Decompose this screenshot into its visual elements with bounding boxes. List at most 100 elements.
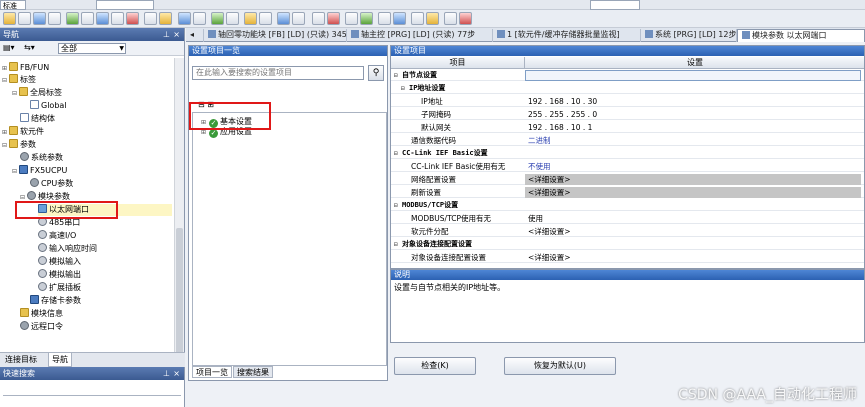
find-icon[interactable]: [345, 12, 358, 25]
replace-icon[interactable]: [360, 12, 373, 25]
online-icon[interactable]: [211, 12, 224, 25]
window-icon[interactable]: [96, 12, 109, 25]
tree-item[interactable]: Global: [30, 100, 67, 112]
simulate-icon[interactable]: [411, 12, 424, 25]
grid-row-value[interactable]: 255 . 255 . 255 . 0: [525, 109, 861, 120]
step-icon[interactable]: [444, 12, 457, 25]
grid-row[interactable]: 子网掩码 255 . 255 . 255 . 0: [391, 109, 864, 120]
tab-search-results[interactable]: 搜索结果: [233, 366, 273, 378]
grid-row-value[interactable]: <详细设置>: [525, 187, 861, 198]
monitor-icon[interactable]: [66, 12, 79, 25]
print-icon[interactable]: [48, 12, 61, 25]
collapse-icon[interactable]: ▤▾: [3, 43, 15, 52]
tree-item[interactable]: 系统参数: [20, 152, 63, 164]
tree-item[interactable]: 模拟输出: [38, 269, 81, 281]
zoom-icon[interactable]: [378, 12, 391, 25]
setting-search-input[interactable]: 在此输入要搜索的设置项目: [192, 66, 364, 80]
ladder-icon[interactable]: [259, 12, 272, 25]
tree-item[interactable]: CPU参数: [30, 178, 73, 190]
quick-search-input[interactable]: [3, 384, 181, 396]
binoculars-search-icon[interactable]: ⚲: [368, 65, 384, 81]
grid-row-value[interactable]: <详细设置>: [525, 174, 861, 185]
grid-row[interactable]: 刷新设置 <详细设置>: [391, 187, 864, 198]
tree-item[interactable]: 输入响应时间: [38, 243, 97, 255]
grid-row-value[interactable]: 不使用: [525, 161, 861, 172]
restore-default-button[interactable]: 恢复为默认(U): [504, 357, 616, 375]
file-combo[interactable]: 标准: [0, 0, 26, 10]
tree-item[interactable]: ⊟ 参数: [2, 139, 36, 151]
open-icon[interactable]: [18, 12, 31, 25]
close-icon[interactable]: ×: [173, 28, 180, 41]
delete-icon[interactable]: [327, 12, 340, 25]
tab-doc[interactable]: 1 [软元件/缓冲存储器批量监视]: [493, 29, 641, 42]
grid-row-value[interactable]: [525, 200, 861, 211]
tree-item[interactable]: ⊞ 软元件: [2, 126, 44, 138]
grid-row[interactable]: CC-Link IEF Basic使用有无 不使用: [391, 161, 864, 172]
collapse-icon[interactable]: ⊟: [394, 148, 402, 159]
grid-row[interactable]: 默认网关 192 . 168 . 10 . 1: [391, 122, 864, 133]
tab-navigation[interactable]: 导航: [48, 353, 72, 367]
tab-module-params[interactable]: 模块参数 以太网端口: [737, 29, 865, 42]
grid-row[interactable]: ⊟ 对象设备连接配置设置: [391, 239, 864, 250]
grid-row[interactable]: 软元件分配 <详细设置>: [391, 226, 864, 237]
tree-item[interactable]: ⊞ FB/FUN: [2, 62, 49, 74]
tree-item[interactable]: 模块信息: [20, 308, 63, 320]
grid-row[interactable]: 网络配置设置 <详细设置>: [391, 174, 864, 185]
expand-icon[interactable]: ⇆▾: [24, 43, 35, 52]
debug-icon[interactable]: [426, 12, 439, 25]
tree-item[interactable]: 模拟输入: [38, 256, 81, 268]
new-icon[interactable]: [3, 12, 16, 25]
grid-row[interactable]: 对象设备连接配置设置 <详细设置>: [391, 252, 864, 263]
grid-row-value[interactable]: [525, 70, 861, 81]
grid-row-value[interactable]: [525, 239, 861, 250]
grid-icon[interactable]: [81, 12, 94, 25]
verify-icon[interactable]: [244, 12, 257, 25]
tree-item[interactable]: ⊟ 标签: [2, 74, 36, 86]
device-icon[interactable]: [111, 12, 124, 25]
coil-icon[interactable]: [292, 12, 305, 25]
write-icon[interactable]: [159, 12, 172, 25]
read-icon[interactable]: [144, 12, 157, 25]
close-icon[interactable]: ×: [173, 367, 180, 380]
check-button[interactable]: 检查(K): [394, 357, 476, 375]
tab-doc[interactable]: 轴回零功能块 [FB] [LD] (只读) 345...: [204, 29, 347, 42]
tree-item[interactable]: ⊟ FX5UCPU: [12, 165, 67, 177]
tree-item[interactable]: 远程口令: [20, 321, 63, 333]
tab-doc[interactable]: 系统 [PRG] [LD] 12步: [641, 29, 737, 42]
nav-filter-select[interactable]: 全部 ▼: [58, 43, 126, 54]
tree-item[interactable]: 高速I/O: [38, 230, 76, 242]
stop-icon[interactable]: [126, 12, 139, 25]
grid-row-value[interactable]: 二进制: [525, 135, 861, 146]
offline-icon[interactable]: [226, 12, 239, 25]
tree-item[interactable]: ⊟ 全局标签: [12, 87, 62, 99]
break-icon[interactable]: [459, 12, 472, 25]
grid-row[interactable]: ⊟ MODBUS/TCP设置: [391, 200, 864, 211]
grid-row-value[interactable]: [525, 83, 861, 94]
grid-row-value[interactable]: <详细设置>: [525, 252, 861, 263]
tab-overflow[interactable]: ◂: [186, 29, 204, 42]
function-icon[interactable]: [312, 12, 325, 25]
convert-icon[interactable]: [178, 12, 191, 25]
tree-item[interactable]: 存储卡参数: [30, 295, 81, 307]
grid-row[interactable]: ⊟ 自节点设置: [391, 70, 864, 81]
toolbar-combo-1[interactable]: [96, 0, 154, 10]
grid-row[interactable]: IP地址 192 . 168 . 10 . 30: [391, 96, 864, 107]
tab-item-list[interactable]: 项目一览: [192, 366, 232, 378]
nav-scrollbar[interactable]: [174, 58, 184, 368]
grid-row-value[interactable]: 192 . 168 . 10 . 1: [525, 122, 861, 133]
toolbar-combo-2[interactable]: [590, 0, 640, 10]
tree-item[interactable]: 扩展插板: [38, 282, 81, 294]
pin-icon[interactable]: ⊥: [163, 367, 170, 380]
tree-item[interactable]: 结构体: [20, 113, 55, 125]
grid-row-value[interactable]: [525, 148, 861, 159]
grid-row[interactable]: 通信数据代码 二进制: [391, 135, 864, 146]
tab-doc[interactable]: 轴主控 [PRG] [LD] (只读) 77步: [347, 29, 493, 42]
grid-row-value[interactable]: <详细设置>: [525, 226, 861, 237]
grid-row[interactable]: ⊟ IP地址设置: [391, 83, 864, 94]
collapse-icon[interactable]: ⊟: [394, 200, 402, 211]
collapse-icon[interactable]: ⊟: [401, 83, 409, 94]
contact-icon[interactable]: [277, 12, 290, 25]
collapse-icon[interactable]: ⊟: [394, 239, 402, 250]
grid-row[interactable]: ⊟ CC-Link IEF Basic设置: [391, 148, 864, 159]
tab-connection[interactable]: 连接目标: [2, 353, 40, 367]
